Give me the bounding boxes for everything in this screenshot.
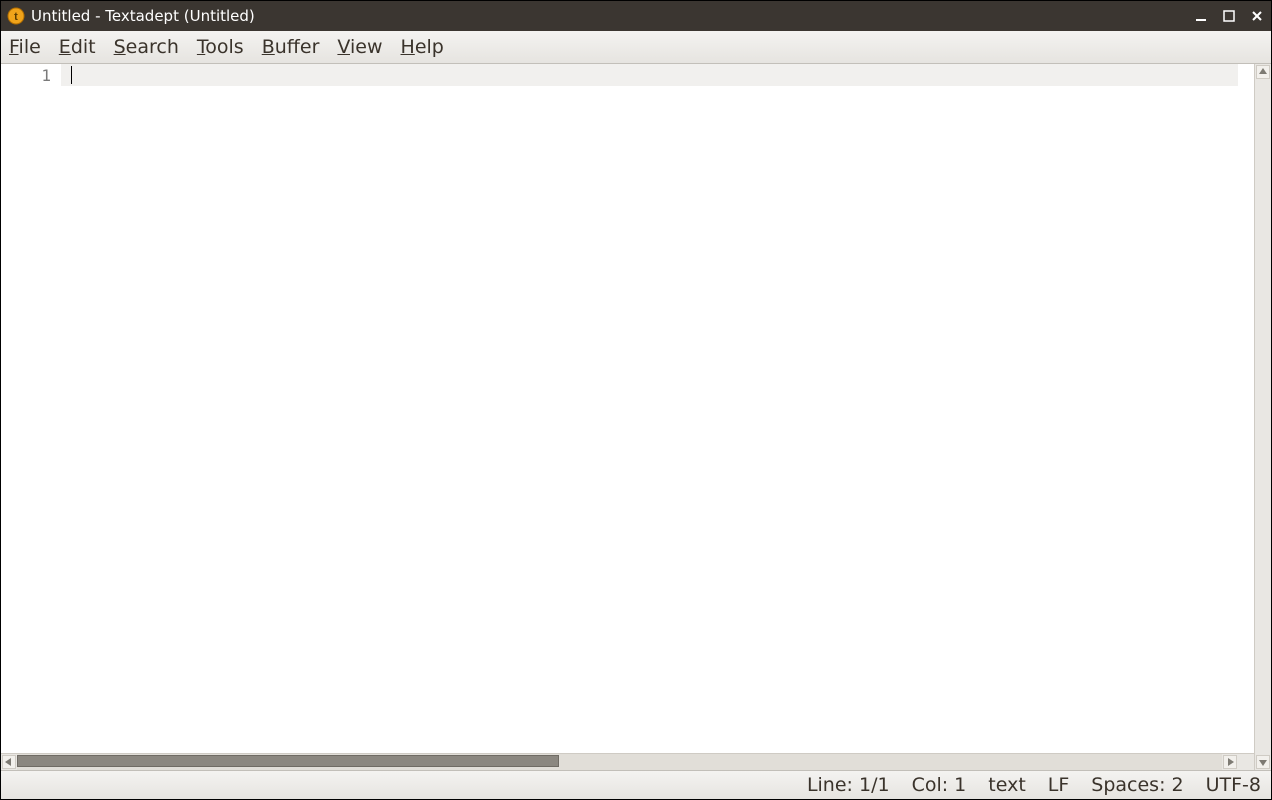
- status-eol[interactable]: LF: [1048, 774, 1070, 796]
- menubar: File Edit Search Tools Buffer View Help: [1, 31, 1271, 64]
- editor-viewport[interactable]: 1: [1, 64, 1254, 753]
- vscroll-down-arrow[interactable]: [1256, 755, 1270, 769]
- hscroll-left-arrow[interactable]: [2, 755, 16, 769]
- maximize-button[interactable]: [1221, 8, 1237, 24]
- line-number: 1: [1, 66, 51, 85]
- status-encoding[interactable]: UTF-8: [1206, 774, 1261, 796]
- scroll-corner: [1238, 754, 1254, 770]
- app-icon: t: [7, 7, 25, 25]
- status-indent[interactable]: Spaces: 2: [1091, 774, 1183, 796]
- menu-view[interactable]: View: [337, 36, 382, 58]
- status-lexer[interactable]: text: [988, 774, 1026, 796]
- close-button[interactable]: [1249, 8, 1265, 24]
- status-line-col[interactable]: Line: 1/1: [807, 774, 890, 796]
- titlebar[interactable]: t Untitled - Textadept (Untitled): [1, 1, 1271, 31]
- status-col[interactable]: Col: 1: [912, 774, 967, 796]
- hscroll-track[interactable]: [17, 754, 1222, 770]
- menu-edit[interactable]: Edit: [59, 36, 96, 58]
- text-caret: [71, 66, 72, 84]
- menu-search[interactable]: Search: [114, 36, 179, 58]
- minimize-button[interactable]: [1193, 8, 1209, 24]
- menu-tools[interactable]: Tools: [197, 36, 244, 58]
- horizontal-scrollbar[interactable]: [1, 753, 1254, 770]
- vertical-scrollbar[interactable]: [1254, 64, 1271, 770]
- menu-file[interactable]: File: [9, 36, 41, 58]
- statusbar: Line: 1/1 Col: 1 text LF Spaces: 2 UTF-8: [1, 770, 1271, 799]
- window-controls: [1193, 8, 1265, 24]
- menu-help[interactable]: Help: [401, 36, 444, 58]
- menu-buffer[interactable]: Buffer: [262, 36, 320, 58]
- vscroll-up-arrow[interactable]: [1256, 65, 1270, 79]
- svg-text:t: t: [14, 11, 18, 23]
- app-window: t Untitled - Textadept (Untitled) File E…: [0, 0, 1272, 800]
- editor-area: 1: [1, 64, 1271, 770]
- vscroll-track[interactable]: [1255, 80, 1271, 754]
- hscroll-thumb[interactable]: [17, 755, 559, 767]
- editor-column: 1: [1, 64, 1254, 770]
- line-number-gutter: 1: [1, 64, 61, 753]
- hscroll-right-arrow[interactable]: [1223, 755, 1237, 769]
- code-text-area[interactable]: [61, 64, 1254, 753]
- window-title: Untitled - Textadept (Untitled): [31, 7, 255, 25]
